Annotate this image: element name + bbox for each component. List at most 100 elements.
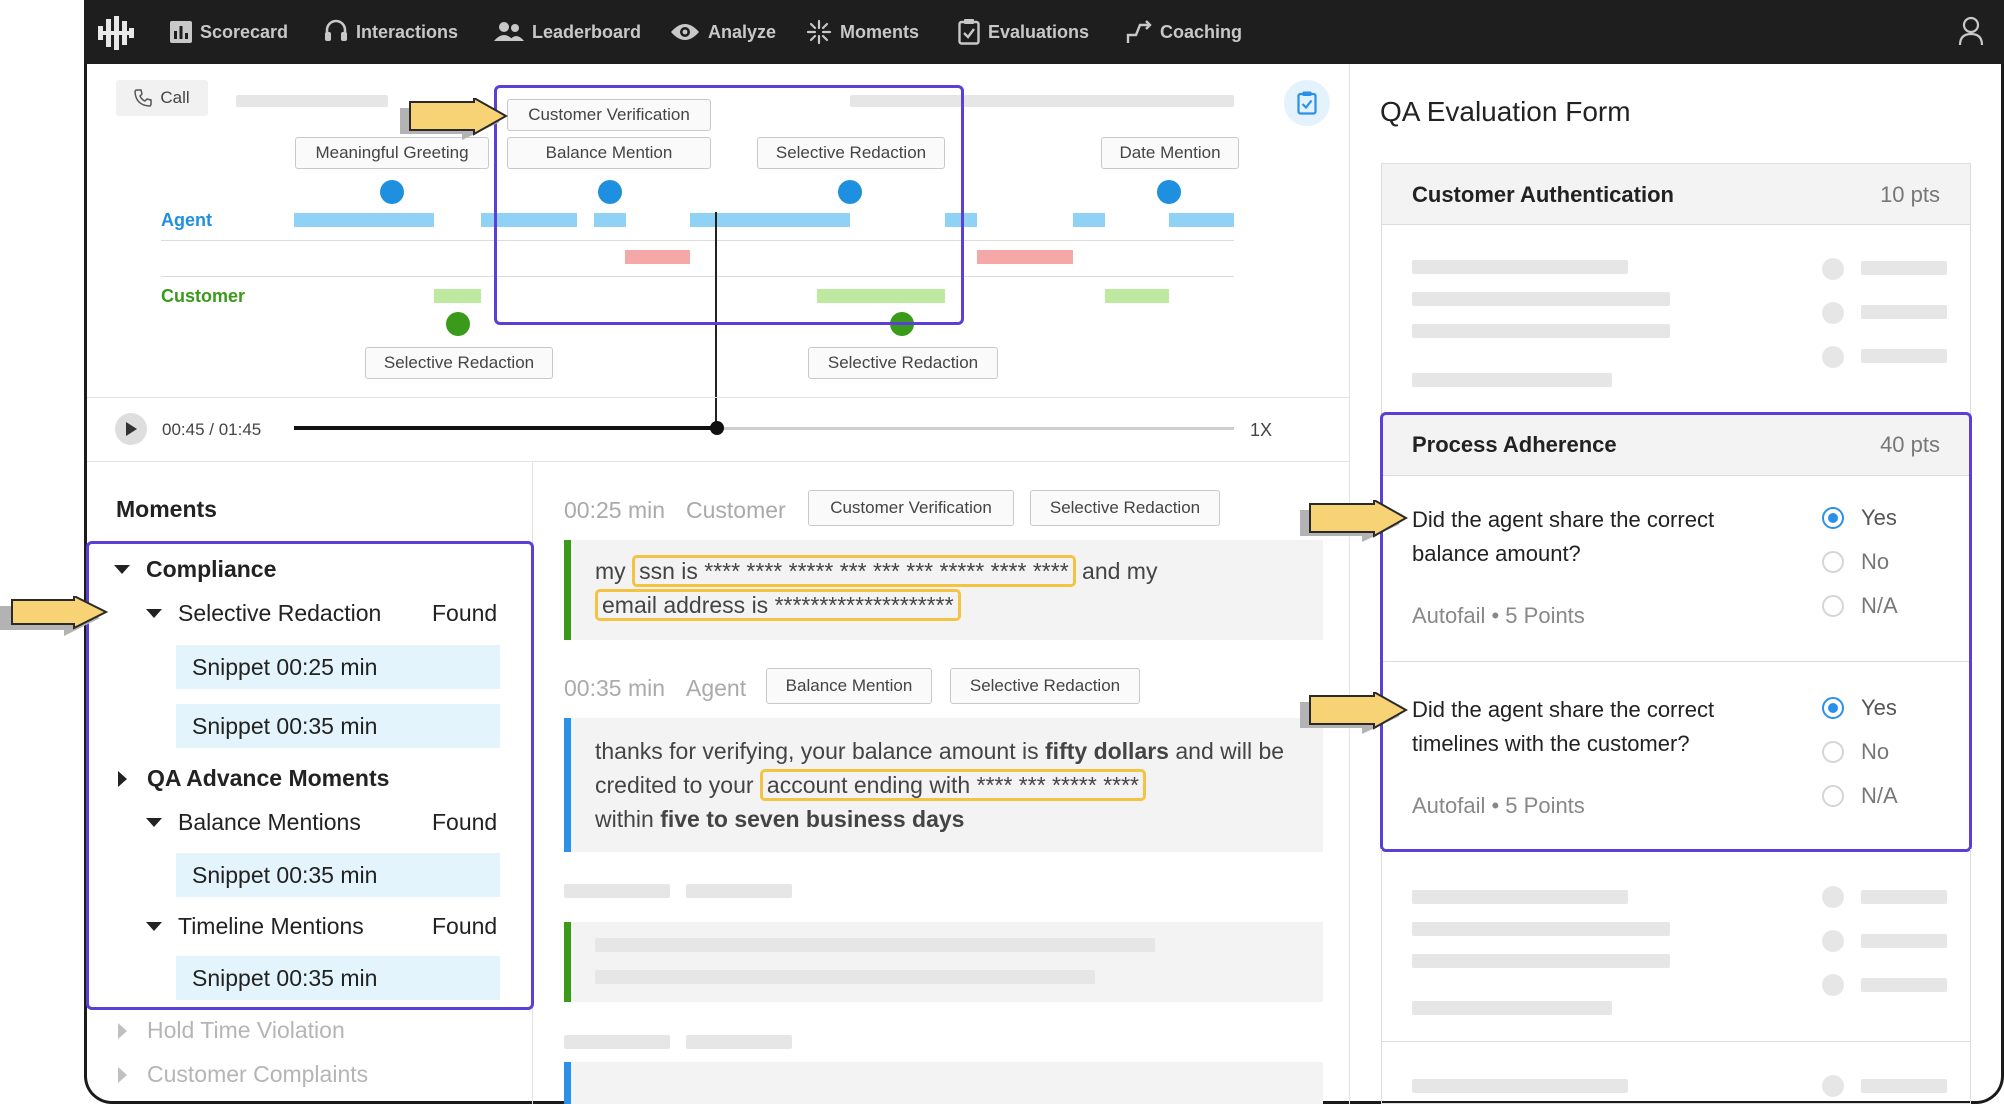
radio-placeholder: [1822, 930, 1844, 952]
timeline-divider: [87, 397, 1349, 398]
category-hold-time-violation[interactable]: Hold Time Violation: [118, 1017, 345, 1044]
qa-form-title: QA Evaluation Form: [1380, 96, 1631, 127]
call-label: Call: [160, 88, 190, 107]
customer-track-label: Customer: [161, 286, 246, 306]
caret-right-icon: [118, 1022, 127, 1039]
customer-moment-marker[interactable]: [446, 312, 470, 336]
headset-icon: [325, 19, 347, 41]
placeholder-bar: [1412, 324, 1670, 338]
trend-line-icon: [1126, 20, 1152, 43]
nav-label: Leaderboard: [532, 21, 642, 42]
redacted-email-highlight[interactable]: email address is ********************: [595, 589, 961, 621]
tag-balance-mention[interactable]: Balance Mention: [766, 668, 932, 704]
playback-time: 00:45 / 01:45: [162, 420, 262, 439]
message-speaker: Customer: [686, 497, 786, 523]
placeholder-bar: [1861, 261, 1947, 275]
radio-placeholder: [1822, 302, 1844, 324]
caret-right-icon: [118, 1066, 127, 1083]
evaluation-clipboard-button[interactable]: [1284, 80, 1330, 126]
eye-icon: [671, 24, 699, 40]
seek-progress: [294, 426, 717, 430]
callout-arrow: [396, 96, 509, 145]
placeholder-bar: [1412, 373, 1612, 387]
category-customer-complaints[interactable]: Customer Complaints: [118, 1061, 368, 1088]
call-badge[interactable]: Call: [116, 80, 208, 116]
placeholder-bar: [1861, 1079, 1947, 1093]
nav-evaluations[interactable]: Evaluations: [958, 0, 1089, 64]
clipboard-check-icon: [1297, 91, 1317, 115]
nav-analyze[interactable]: Analyze: [670, 0, 776, 64]
section-divider: [87, 461, 1349, 462]
placeholder-bar: [1861, 978, 1947, 992]
placeholder-bar: [1412, 260, 1628, 274]
nav-moments[interactable]: Moments: [806, 0, 919, 64]
placeholder-bar: [1412, 954, 1670, 968]
placeholder-bar: [595, 970, 1095, 984]
radio-placeholder: [1822, 974, 1844, 996]
tag-date-mention[interactable]: Date Mention: [1101, 137, 1239, 169]
nav-scorecard[interactable]: Scorecard: [170, 0, 288, 64]
nav-label: Analyze: [708, 21, 777, 42]
moments-title: Moments: [116, 496, 217, 522]
user-icon[interactable]: [1958, 16, 1984, 51]
play-icon: [126, 422, 137, 436]
callout-arrow: [1296, 690, 1409, 739]
category-label: Customer Complaints: [147, 1061, 369, 1087]
section-name: Customer Authentication: [1412, 182, 1674, 207]
people-icon: [494, 22, 524, 41]
tag-selective-redaction-customer[interactable]: Selective Redaction: [365, 347, 553, 379]
customer-speech-segment[interactable]: [1105, 289, 1169, 303]
nav-interactions[interactable]: Interactions: [324, 0, 458, 64]
message-placeholder: [564, 922, 1323, 1002]
radio-placeholder: [1822, 886, 1844, 908]
agent-speech-segment[interactable]: [1073, 213, 1105, 227]
redacted-ssn-highlight[interactable]: ssn is **** **** ***** *** *** *** *****…: [632, 555, 1076, 587]
placeholder-bar: [686, 1035, 792, 1049]
placeholder-bar: [564, 884, 670, 898]
placeholder-bar: [1412, 890, 1628, 904]
radio-placeholder: [1822, 346, 1844, 368]
top-navigation-bar: Scorecard Interactions Leaderboard Analy…: [84, 0, 2004, 64]
redacted-account-highlight[interactable]: account ending with **** *** ***** ****: [759, 769, 1146, 801]
customer-speech-segment[interactable]: [434, 289, 481, 303]
agent-moment-marker[interactable]: [1157, 180, 1181, 204]
message-placeholder: [564, 1062, 1323, 1104]
tag-selective-redaction[interactable]: Selective Redaction: [950, 668, 1140, 704]
playback-speed[interactable]: 1X: [1250, 420, 1272, 441]
overtalk-segment[interactable]: [977, 250, 1073, 264]
placeholder-bar: [595, 938, 1155, 952]
agent-moment-marker[interactable]: [380, 180, 404, 204]
placeholder-bar: [686, 884, 792, 898]
nav-label: Coaching: [1160, 21, 1243, 42]
clipboard-check-icon: [958, 19, 980, 45]
tag-selective-redaction[interactable]: Selective Redaction: [1030, 490, 1220, 526]
play-button[interactable]: [115, 413, 147, 445]
seek-handle[interactable]: [710, 421, 724, 435]
nav-label: Moments: [840, 21, 920, 42]
app-logo[interactable]: [98, 16, 134, 55]
sparkle-icon: [806, 19, 832, 45]
agent-speech-segment[interactable]: [1169, 213, 1234, 227]
agent-speech-segment[interactable]: [294, 213, 434, 227]
placeholder-bar: [1861, 349, 1947, 363]
highlight-frame-moments: [86, 541, 534, 1010]
tag-selective-redaction-customer[interactable]: Selective Redaction: [808, 347, 998, 379]
phone-icon: [134, 89, 153, 107]
tag-customer-verification[interactable]: Customer Verification: [808, 490, 1014, 526]
timeline-bold: five to seven business days: [660, 806, 965, 832]
message-timestamp: 00:25 min: [564, 497, 666, 523]
message-customer: my ssn is **** **** ***** *** *** *** **…: [564, 540, 1323, 640]
placeholder-bar: [564, 1035, 670, 1049]
section-placeholder: [1381, 849, 1971, 1104]
message-text: and my: [1075, 558, 1158, 584]
balance-amount-bold: fifty dollars: [1045, 738, 1169, 764]
highlight-frame-timeline: [494, 85, 964, 325]
section-header[interactable]: Customer Authentication 10 pts: [1382, 164, 1970, 225]
section-divider: [1382, 1041, 1970, 1042]
category-label: Hold Time Violation: [147, 1017, 345, 1043]
agent-track-label: Agent: [161, 210, 212, 230]
nav-label: Interactions: [356, 21, 459, 42]
nav-coaching[interactable]: Coaching: [1126, 0, 1242, 64]
nav-leaderboard[interactable]: Leaderboard: [494, 0, 641, 64]
placeholder-bar: [1861, 890, 1947, 904]
